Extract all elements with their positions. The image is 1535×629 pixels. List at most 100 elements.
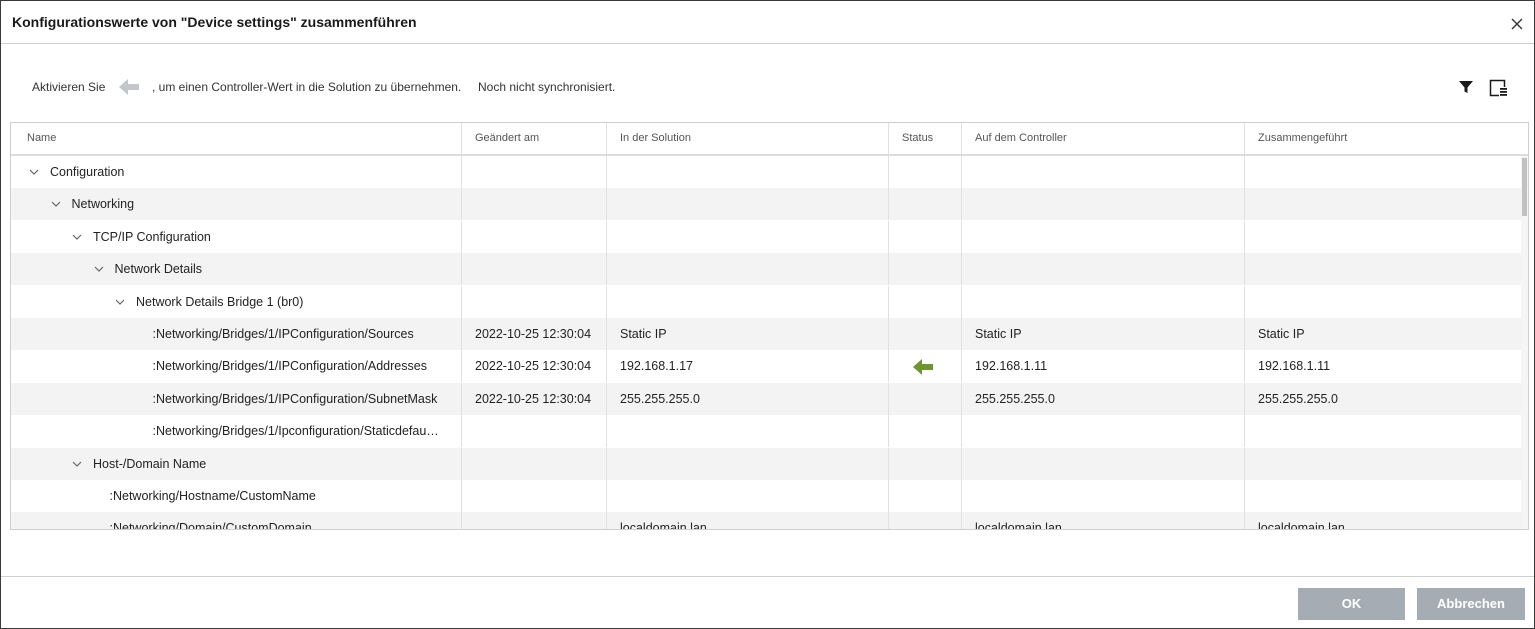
table-row[interactable]: Network Details [11, 253, 1521, 285]
col-status-cell [888, 415, 961, 447]
col-changed-cell [461, 221, 606, 253]
tree-node-label: Network Details [114, 262, 203, 276]
col-solution-cell: 192.168.1.17 [606, 350, 888, 382]
col-merged-cell [1244, 448, 1521, 480]
table-row[interactable]: :Networking/Domain/CustomDomain localdoma… [11, 512, 1521, 529]
chevron-down-icon[interactable] [72, 460, 82, 468]
col-controller-cell [961, 253, 1244, 285]
col-controller-cell [961, 221, 1244, 253]
col-changed-cell: 2022-10-25 12:30:04 [461, 383, 606, 415]
column-header-merged[interactable]: Zusammengeführt [1244, 123, 1528, 154]
table-row[interactable]: Configuration [11, 156, 1521, 188]
close-icon[interactable] [1510, 17, 1524, 31]
col-controller-cell [961, 156, 1244, 188]
column-header-controller[interactable]: Auf dem Controller [961, 123, 1244, 154]
col-name-cell: :Networking/Bridges/1/Ipconfiguration/St… [11, 415, 461, 447]
table-row[interactable]: Network Details Bridge 1 (br0) [11, 286, 1521, 318]
col-status-cell [888, 350, 961, 382]
setting-path: :Networking/Bridges/1/IPConfiguration/Ad… [152, 359, 427, 373]
col-solution-cell [606, 188, 888, 220]
col-merged-cell: 255.255.255.0 [1244, 383, 1521, 415]
chevron-down-icon[interactable] [94, 265, 104, 273]
tree-node-label: TCP/IP Configuration [93, 230, 211, 244]
col-controller-cell [961, 188, 1244, 220]
col-solution-cell [606, 286, 888, 318]
col-status-cell [888, 383, 961, 415]
col-controller-cell [961, 480, 1244, 512]
scrollbar-thumb[interactable] [1522, 158, 1527, 216]
col-solution-cell [606, 253, 888, 285]
col-name-cell: TCP/IP Configuration [11, 221, 461, 253]
col-controller-cell [961, 448, 1244, 480]
chevron-down-icon[interactable] [72, 233, 82, 241]
sync-status-text: Noch nicht synchronisiert. [478, 80, 616, 94]
column-header-name[interactable]: Name [11, 123, 461, 154]
hint-text-before: Aktivieren Sie [32, 80, 106, 94]
col-name-cell: Network Details Bridge 1 (br0) [11, 286, 461, 318]
grid-body: Configuration Networking TCP/IP Configurat… [11, 156, 1521, 529]
col-name-cell: Networking [11, 188, 461, 220]
setting-path: :Networking/Bridges/1/IPConfiguration/So… [152, 327, 414, 341]
col-merged-cell [1244, 188, 1521, 220]
col-merged-cell: 192.168.1.11 [1244, 350, 1521, 382]
col-changed-cell [461, 156, 606, 188]
col-changed-cell [461, 286, 606, 318]
col-name-cell: :Networking/Hostname/CustomName [11, 480, 461, 512]
col-merged-cell: Static IP [1244, 318, 1521, 350]
column-header-solution[interactable]: In der Solution [606, 123, 888, 154]
col-name-cell: Configuration [11, 156, 461, 188]
merge-dialog: Konfigurationswerte von "Device settings… [0, 0, 1535, 629]
col-solution-cell: localdomain.lan [606, 512, 888, 529]
table-row[interactable]: Host-/Domain Name [11, 448, 1521, 480]
table-row[interactable]: :Networking/Bridges/1/IPConfiguration/Su… [11, 383, 1521, 415]
filter-icon[interactable] [1458, 79, 1474, 95]
setting-path: :Networking/Hostname/CustomName [109, 489, 316, 503]
table-row[interactable]: TCP/IP Configuration [11, 221, 1521, 253]
col-name-cell: Network Details [11, 253, 461, 285]
col-merged-cell [1244, 415, 1521, 447]
col-name-cell: :Networking/Bridges/1/IPConfiguration/Su… [11, 383, 461, 415]
ok-button[interactable]: OK [1298, 588, 1405, 620]
title-bar: Konfigurationswerte von "Device settings… [1, 1, 1534, 44]
col-solution-cell [606, 221, 888, 253]
chevron-down-icon[interactable] [115, 298, 125, 306]
col-status-cell [888, 156, 961, 188]
col-controller-cell [961, 415, 1244, 447]
column-header-changed[interactable]: Geändert am [461, 123, 606, 154]
col-name-cell: :Networking/Domain/CustomDomain [11, 512, 461, 529]
col-controller-cell: 255.255.255.0 [961, 383, 1244, 415]
col-status-cell [888, 253, 961, 285]
col-merged-cell [1244, 480, 1521, 512]
arrow-left-icon[interactable] [912, 358, 934, 376]
col-controller-cell: localdomain.lan [961, 512, 1244, 529]
col-changed-cell: 2022-10-25 12:30:04 [461, 350, 606, 382]
vertical-scrollbar[interactable] [1521, 156, 1528, 529]
grid-header: Name Geändert am In der Solution Status Auf … [11, 123, 1528, 156]
table-row[interactable]: Networking [11, 188, 1521, 220]
tree-node-label: Network Details Bridge 1 (br0) [136, 295, 304, 309]
tree-node-label: Configuration [50, 165, 125, 179]
col-changed-cell [461, 512, 606, 529]
table-row[interactable]: :Networking/Bridges/1/Ipconfiguration/St… [11, 415, 1521, 447]
col-solution-cell [606, 480, 888, 512]
col-status-cell [888, 188, 961, 220]
dialog-title: Konfigurationswerte von "Device settings… [12, 14, 417, 30]
col-status-cell [888, 286, 961, 318]
table-row[interactable]: :Networking/Bridges/1/IPConfiguration/So… [11, 318, 1521, 350]
hint-text-after: , um einen Controller-Wert in die Soluti… [152, 80, 462, 94]
column-chooser-icon[interactable] [1489, 78, 1509, 98]
tree-node-label: Networking [71, 197, 135, 211]
col-status-cell [888, 480, 961, 512]
chevron-down-icon[interactable] [51, 200, 61, 208]
setting-path: :Networking/Domain/CustomDomain [109, 521, 312, 529]
table-row[interactable]: :Networking/Bridges/1/IPConfiguration/Ad… [11, 350, 1521, 382]
col-name-cell: :Networking/Bridges/1/IPConfiguration/So… [11, 318, 461, 350]
column-header-status[interactable]: Status [888, 123, 961, 154]
chevron-down-icon[interactable] [29, 168, 39, 176]
col-merged-cell [1244, 253, 1521, 285]
col-controller-cell: Static IP [961, 318, 1244, 350]
col-controller-cell [961, 286, 1244, 318]
cancel-button[interactable]: Abbrechen [1417, 588, 1525, 620]
table-row[interactable]: :Networking/Hostname/CustomName [11, 480, 1521, 512]
col-solution-cell: 255.255.255.0 [606, 383, 888, 415]
